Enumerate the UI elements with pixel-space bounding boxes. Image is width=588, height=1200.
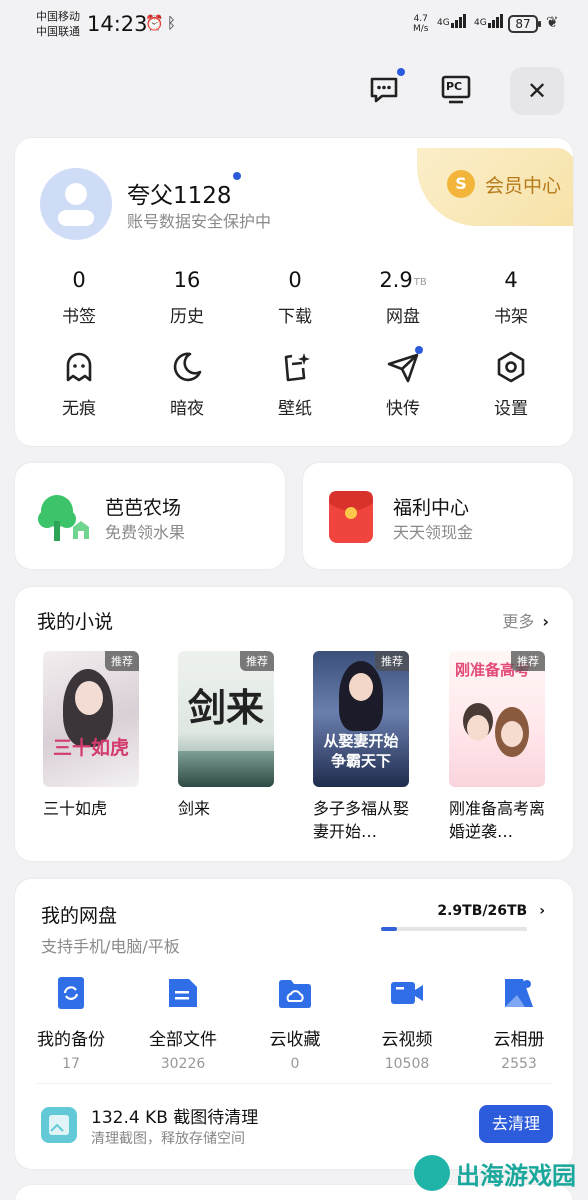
notification-dot — [397, 68, 405, 76]
signal-2-icon: 4G — [474, 14, 503, 28]
tool-night-mode[interactable]: 暗夜 — [133, 350, 241, 419]
welfare-subtitle: 天天领现金 — [393, 523, 474, 542]
disk-item-backup[interactable]: 我的备份 17 — [15, 975, 127, 1072]
clean-subtitle: 清理截图，释放存储空间 — [91, 1131, 245, 1147]
stat-downloads[interactable]: 0 下载 — [241, 268, 349, 327]
book-item[interactable]: 从娶妻开始争霸天下 推荐 多子多福从娶妻开始… — [313, 651, 413, 843]
carrier-info: 中国移动 中国联通 — [36, 9, 80, 39]
book-title: 剑来 — [178, 799, 211, 818]
profile-card: S 会员中心 夸父1128 账号数据安全保护中 0 书签 16 历史 0 下载 … — [14, 137, 574, 447]
tool-incognito[interactable]: 无痕 — [25, 350, 133, 419]
alarm-icon: ⏰ — [145, 14, 164, 32]
stat-bookshelf[interactable]: 4 书架 — [457, 268, 565, 327]
disk-item-all-files[interactable]: 全部文件 30226 — [127, 975, 239, 1072]
welfare-card[interactable]: 福利中心 天天领现金 — [302, 462, 574, 570]
clean-button[interactable]: 去清理 — [479, 1105, 553, 1143]
battery-icon: 87 — [508, 15, 541, 33]
carrier-1: 中国移动 — [36, 10, 80, 23]
leaf-icon: ❦ — [546, 13, 559, 31]
tool-settings[interactable]: 设置 — [457, 350, 565, 419]
novels-title: 我的小说 — [37, 611, 114, 633]
book-cover: 剑来 推荐 — [178, 651, 274, 787]
close-button[interactable]: ✕ — [510, 67, 564, 115]
book-cover: 刚准备高考 推荐 — [449, 651, 545, 787]
disk-quota-bar — [381, 927, 527, 931]
book-title: 多子多福从娶妻开始… — [313, 799, 410, 841]
cloud-disk-card: 我的网盘 支持手机/电脑/平板 2.9TB/26TB › 我的备份 17 全部文件… — [14, 878, 574, 1170]
file-icon — [169, 979, 197, 1007]
vip-center-button[interactable]: S 会员中心 — [417, 148, 573, 226]
red-envelope-icon — [329, 491, 373, 543]
cloud-folder-icon — [279, 980, 311, 1008]
network-speed: 4.7 M/s — [413, 14, 429, 34]
clock: 14:23 — [87, 12, 148, 36]
wallpaper-icon — [284, 353, 310, 382]
book-item[interactable]: 剑来 推荐 剑来 — [178, 651, 278, 820]
my-novels-card: 我的小说 更多 › 三十如虎 推荐 三十如虎 剑来 推荐 剑来 从娶妻开始争霸天下… — [14, 586, 574, 862]
ghost-icon — [66, 352, 92, 382]
disk-items-row: 我的备份 17 全部文件 30226 云收藏 0 云视频 10508 云相册 2… — [15, 975, 575, 1072]
avatar[interactable] — [40, 168, 112, 240]
watermark-logo-icon — [414, 1155, 450, 1191]
stats-row: 0 书签 16 历史 0 下载 2.9TB 网盘 4 书架 — [25, 268, 565, 327]
account-status: 账号数据安全保护中 — [127, 212, 272, 231]
bluetooth-icon: ᛒ — [167, 14, 177, 32]
disk-title: 我的网盘 — [41, 905, 118, 927]
disk-quota[interactable]: 2.9TB/26TB › — [437, 903, 545, 919]
book-cover: 三十如虎 推荐 — [43, 651, 139, 787]
farm-title: 芭芭农场 — [105, 497, 182, 519]
disk-item-cloud-favorites[interactable]: 云收藏 0 — [239, 975, 351, 1072]
farm-subtitle: 免费领水果 — [105, 523, 186, 542]
disk-subtitle: 支持手机/电脑/平板 — [41, 937, 180, 956]
tool-quick-transfer[interactable]: 快传 — [349, 346, 457, 419]
farm-card[interactable]: 芭芭农场 免费领水果 — [14, 462, 286, 570]
vip-center-label: 会员中心 — [485, 175, 562, 197]
photo-icon — [505, 979, 533, 1007]
clean-title: 132.4 KB 截图待清理 — [91, 1108, 259, 1128]
book-title: 三十如虎 — [43, 799, 108, 818]
tools-row: 无痕 暗夜 壁纸 快传 设置 — [25, 346, 565, 419]
vip-badge-icon: S — [447, 170, 475, 198]
message-button[interactable] — [364, 68, 405, 108]
carrier-2: 中国联通 — [36, 25, 80, 38]
screenshot-clean-icon — [41, 1107, 77, 1143]
tree-icon — [38, 495, 89, 541]
moon-icon — [173, 352, 202, 382]
quick-transfer-dot — [415, 346, 423, 354]
stat-bookmarks[interactable]: 0 书签 — [25, 268, 133, 327]
stat-cloud-disk[interactable]: 2.9TB 网盘 — [349, 268, 457, 327]
backup-icon — [58, 977, 84, 1009]
novels-more-link[interactable]: 更多 › — [502, 608, 549, 632]
divider — [37, 1083, 553, 1084]
book-cover: 从娶妻开始争霸天下 推荐 — [313, 651, 409, 787]
book-title: 刚准备高考离婚逆袭… — [449, 799, 546, 841]
signal-1-icon: 4G — [437, 14, 466, 28]
stat-history[interactable]: 16 历史 — [133, 268, 241, 327]
settings-icon — [497, 351, 525, 383]
book-item[interactable]: 刚准备高考 推荐 刚准备高考离婚逆袭… — [449, 651, 549, 843]
close-icon: ✕ — [526, 77, 548, 105]
tool-wallpaper[interactable]: 壁纸 — [241, 350, 349, 419]
video-icon — [391, 982, 423, 1004]
welfare-title: 福利中心 — [393, 497, 470, 519]
username-notification-dot — [233, 172, 241, 180]
book-item[interactable]: 三十如虎 推荐 三十如虎 — [43, 651, 143, 820]
username[interactable]: 夸父1128 — [127, 176, 232, 210]
pc-label: PC — [446, 80, 463, 93]
disk-item-cloud-album[interactable]: 云相册 2553 — [463, 975, 575, 1072]
pc-button[interactable]: PC — [436, 72, 476, 108]
paper-plane-icon — [387, 353, 419, 383]
chevron-right-icon: › — [542, 612, 549, 631]
disk-item-cloud-video[interactable]: 云视频 10508 — [351, 975, 463, 1072]
chevron-right-icon: › — [539, 903, 545, 919]
message-icon — [370, 77, 398, 103]
status-bar: 中国移动 中国联通 14:23 ⏰ ᛒ 4.7 M/s 4G 4G 87 ❦ — [0, 0, 588, 50]
watermark: 出海游戏园 — [414, 1150, 588, 1196]
